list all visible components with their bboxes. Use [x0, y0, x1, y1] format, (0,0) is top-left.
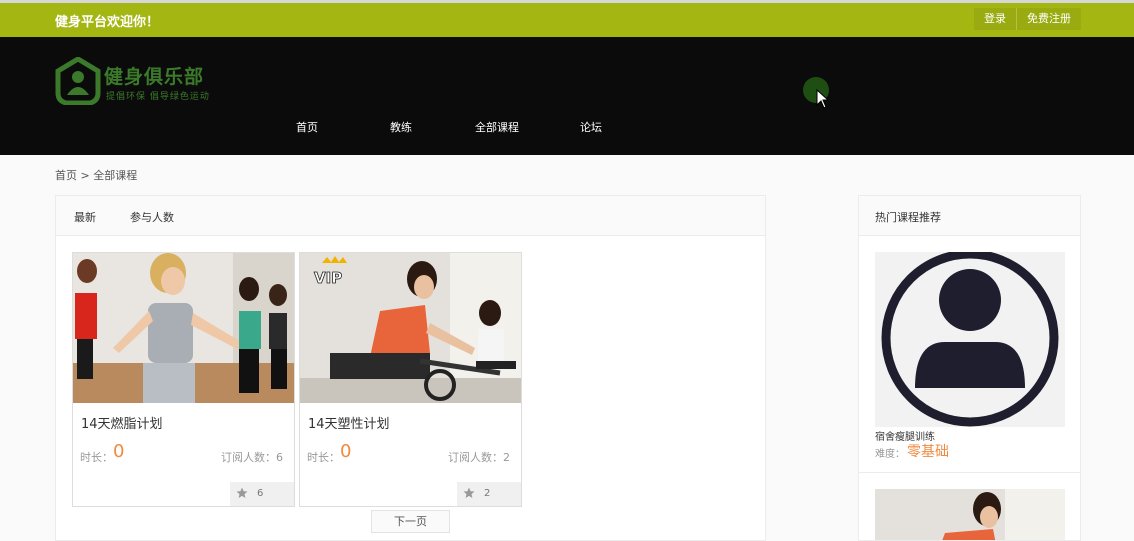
subscriber-count: 订阅人数：2: [448, 451, 510, 464]
main-nav: 首页 教练 全部课程 论坛: [0, 119, 1134, 135]
nav-item-forum[interactable]: 论坛: [580, 119, 602, 135]
nav-item-courses[interactable]: 全部课程: [475, 119, 519, 135]
like-count: 2: [484, 488, 491, 499]
breadcrumb: 首页 > 全部课程: [55, 167, 137, 183]
breadcrumb-home[interactable]: 首页: [55, 169, 77, 182]
star-icon: [236, 487, 248, 498]
duration-label: 时长：: [80, 451, 113, 464]
vip-badge: VIP: [314, 269, 342, 287]
top-bar: 健身平台欢迎你！ 登录 免费注册: [0, 0, 1134, 37]
nav-item-home[interactable]: 首页: [296, 119, 318, 135]
course-title[interactable]: 14天塑性计划: [308, 413, 390, 432]
auth-links: 登录 免费注册: [974, 8, 1081, 30]
like-count: 6: [257, 488, 264, 499]
difficulty-label: 难度：: [875, 449, 905, 460]
site-header: 健身俱乐部 提倡环保 倡导绿色运动 首页 教练 全部课程 论坛: [0, 37, 1134, 155]
course-photo[interactable]: [73, 253, 294, 403]
subscriber-count: 订阅人数：6: [221, 451, 283, 464]
hot-courses-sidebar: 热门课程推荐 宿舍瘦腿训练 难度： 零基础: [858, 195, 1081, 541]
duration-label: 时长：: [307, 451, 340, 464]
tab-newest[interactable]: 最新: [74, 209, 96, 225]
welcome-text: 健身平台欢迎你！: [55, 15, 160, 30]
recommended-course-image[interactable]: [875, 489, 1065, 540]
nav-item-coach[interactable]: 教练: [390, 119, 412, 135]
sidebar-header: 热门课程推荐: [859, 196, 1080, 236]
sidebar-title: 热门课程推荐: [875, 211, 941, 224]
duration-value: 0: [340, 441, 352, 462]
difficulty-value: 零基础: [907, 444, 949, 460]
like-button[interactable]: 2: [457, 482, 521, 506]
course-list-panel: 最新 参与人数 14天燃脂计划 时长： 0 订阅人数：6 6 VIP 14天塑性…: [55, 195, 766, 541]
star-icon: [463, 487, 475, 498]
logo-slogan: 提倡环保 倡导绿色运动: [106, 92, 210, 102]
course-photo-image: [73, 253, 294, 403]
breadcrumb-current: 全部课程: [93, 169, 138, 182]
next-page-button[interactable]: 下一页: [371, 510, 450, 533]
course-card[interactable]: 14天燃脂计划 时长： 0 订阅人数：6 6: [72, 252, 295, 507]
sort-tabs: 最新 参与人数: [56, 196, 765, 236]
logo-emblem-icon: [55, 57, 101, 105]
recommended-course-image[interactable]: [875, 249, 1065, 427]
tab-participants[interactable]: 参与人数: [130, 209, 174, 225]
like-button[interactable]: 6: [230, 482, 294, 506]
user-avatar-icon: [875, 249, 1065, 427]
course-title[interactable]: 14天燃脂计划: [81, 413, 163, 432]
course-photo-image: VIP: [300, 253, 521, 403]
sidebar-divider: [859, 472, 1080, 473]
course-photo-image: [875, 489, 1065, 540]
breadcrumb-separator: >: [77, 169, 94, 182]
logo-name: 健身俱乐部: [104, 66, 205, 88]
course-photo[interactable]: VIP: [300, 253, 521, 403]
course-card[interactable]: VIP 14天塑性计划 时长： 0 订阅人数：2 2: [299, 252, 522, 507]
register-link[interactable]: 免费注册: [1017, 8, 1081, 30]
duration-value: 0: [113, 441, 125, 462]
site-logo[interactable]: 健身俱乐部 提倡环保 倡导绿色运动: [55, 57, 245, 107]
login-link[interactable]: 登录: [974, 8, 1016, 30]
mouse-cursor-icon: [816, 89, 830, 109]
